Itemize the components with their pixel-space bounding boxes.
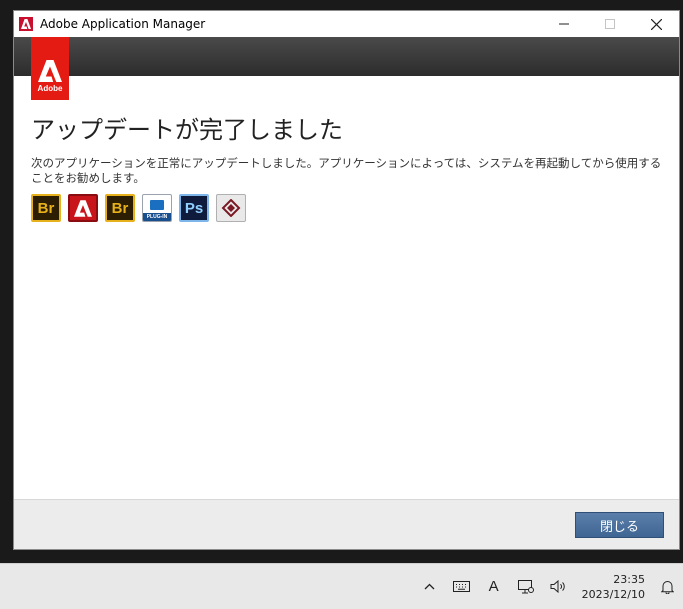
minimize-icon <box>559 23 569 25</box>
clock-date: 2023/12/10 <box>581 587 645 601</box>
update-message: 次のアプリケーションを正常にアップデートしました。アプリケーションによっては、シ… <box>31 156 662 185</box>
bridge-icon: Br <box>105 194 135 222</box>
bridge-icon: Br <box>31 194 61 222</box>
adobe-logo-word: Adobe <box>37 84 63 93</box>
maximize-icon <box>605 19 615 29</box>
plugin-label: PLUG-IN <box>143 213 171 221</box>
close-icon <box>650 18 662 30</box>
header-banner <box>14 37 679 76</box>
taskbar: A 23:35 2023/12/10 <box>0 563 683 609</box>
clock-time: 23:35 <box>613 572 645 586</box>
ime-indicator[interactable]: A <box>478 572 510 602</box>
app-window: Adobe Application Manager Adobe アップデートが完… <box>13 10 680 550</box>
chevron-up-icon <box>424 583 435 590</box>
clock[interactable]: 23:35 2023/12/10 <box>582 572 645 602</box>
system-tray: A 23:35 2023/12/10 <box>414 564 683 609</box>
photoshop-icon: Ps <box>179 194 209 222</box>
adobe-app-icon <box>19 17 33 31</box>
bell-icon <box>660 580 674 594</box>
volume-icon <box>550 580 565 593</box>
network-icon <box>517 579 534 593</box>
plugin-icon: PLUG-IN <box>142 194 172 222</box>
close-window-button[interactable] <box>633 11 679 37</box>
maximize-button[interactable] <box>587 11 633 37</box>
title-bar[interactable]: Adobe Application Manager <box>14 11 679 37</box>
adobe-logo: Adobe <box>31 37 69 100</box>
acrobat-icon <box>68 194 98 222</box>
page-title: アップデートが完了しました <box>31 116 343 144</box>
adobe-a-icon <box>38 60 62 82</box>
window-title: Adobe Application Manager <box>40 17 206 31</box>
updated-apps-list: Br Br PLUG-IN Ps <box>31 194 246 222</box>
close-button[interactable]: 閉じる <box>575 512 664 538</box>
dialog-footer: 閉じる <box>14 499 679 549</box>
show-hidden-icons-button[interactable] <box>414 572 446 602</box>
touch-keyboard-button[interactable] <box>446 572 478 602</box>
minimize-button[interactable] <box>541 11 587 37</box>
network-button[interactable] <box>510 572 542 602</box>
volume-button[interactable] <box>542 572 574 602</box>
ime-icon: A <box>488 578 499 595</box>
extension-manager-icon <box>216 194 246 222</box>
plugin-block <box>150 200 164 210</box>
notification-button[interactable] <box>651 572 683 602</box>
keyboard-icon <box>453 581 471 592</box>
window-controls <box>541 11 679 37</box>
